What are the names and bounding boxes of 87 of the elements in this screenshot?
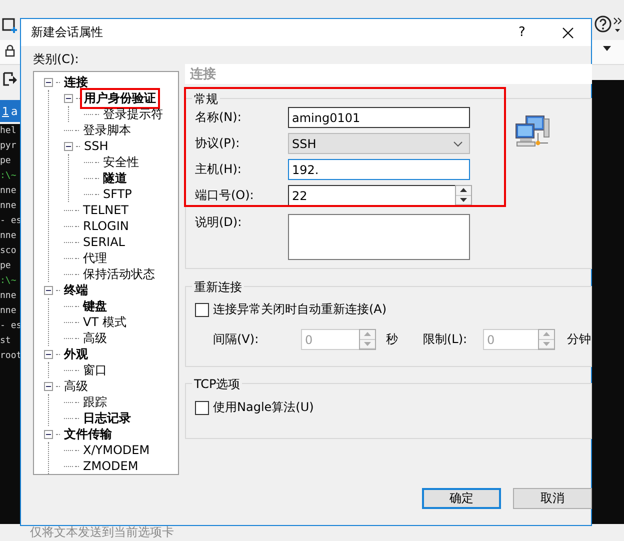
overflow-icon[interactable] (613, 16, 622, 34)
unit-label: 分钟 (567, 331, 591, 348)
field-label: 说明(D): (195, 214, 242, 231)
tree-item[interactable]: 窗口 (81, 362, 109, 378)
tree-item[interactable]: 外观 (62, 346, 90, 362)
terminal-line: sco (0, 245, 16, 258)
field-label: 限制(L): (423, 331, 468, 348)
group-title: TCP选项 (192, 376, 242, 393)
collapse-icon[interactable] (64, 142, 73, 150)
tree-item[interactable]: TELNET (81, 203, 130, 217)
tree-item[interactable]: ZMODEM (81, 459, 140, 473)
tree-item[interactable]: 终端 (62, 282, 90, 298)
help-button[interactable]: ? (499, 19, 545, 46)
terminal-line: nne (0, 185, 16, 198)
down-arrow-icon (364, 342, 371, 346)
field-label: 协议(P): (195, 135, 241, 152)
tree-item[interactable]: 跟踪 (81, 394, 109, 410)
chevron-down-icon (453, 140, 463, 146)
terminal-line: nne (0, 200, 16, 213)
category-label: 类别(C): (33, 51, 80, 68)
tree-item[interactable]: 登录提示符 (101, 106, 165, 122)
terminal-line: pyr (0, 140, 16, 153)
port-spinbox[interactable]: 22 (288, 185, 455, 206)
tree-item[interactable]: 高级 (81, 330, 109, 346)
field-label: 端口号(O): (195, 187, 255, 204)
collapse-icon[interactable] (64, 94, 73, 102)
collapse-icon[interactable] (44, 430, 53, 438)
text-field[interactable]: aming0101 (288, 107, 470, 128)
tree-item[interactable]: VT 模式 (81, 314, 128, 330)
dialog-button[interactable]: 取消 (513, 488, 592, 509)
tree-item[interactable]: SFTP (101, 187, 134, 201)
send-icon[interactable] (3, 72, 17, 86)
collapse-icon[interactable] (44, 78, 53, 86)
collapse-icon[interactable] (44, 382, 53, 390)
terminal-line: :\~ (0, 275, 16, 288)
collapse-icon[interactable] (44, 286, 53, 294)
dropdown-caret-icon[interactable] (603, 46, 611, 51)
tree-item[interactable]: 登录脚本 (81, 122, 133, 138)
new-tab-icon[interactable] (2, 18, 18, 34)
tree-item[interactable]: 代理 (81, 250, 109, 266)
text-field[interactable]: 192. (288, 159, 470, 180)
field-label: 间隔(V): (213, 331, 260, 348)
terminal-line: :\~ (0, 170, 16, 183)
lock-icon (5, 44, 15, 57)
up-arrow-icon (543, 332, 550, 336)
panel-title: 连接 (185, 64, 592, 84)
tree-item[interactable]: 保持活动状态 (81, 266, 157, 282)
down-arrow-icon (543, 342, 550, 346)
terminal-line: pe (0, 260, 11, 273)
close-icon (562, 26, 574, 38)
up-arrow-icon (460, 188, 467, 192)
terminal-line: nne (0, 230, 16, 243)
tree-item[interactable]: 高级 (62, 378, 90, 394)
tree-item[interactable]: SERIAL (81, 235, 127, 249)
down-arrow-icon (460, 198, 467, 202)
terminal-line: root (0, 350, 22, 363)
tree-item[interactable]: 文件传输 (62, 426, 114, 442)
collapse-icon[interactable] (44, 350, 53, 358)
spin-down-button[interactable] (456, 196, 471, 205)
tree-item[interactable]: SSH (82, 139, 110, 153)
terminal-line: nne (0, 290, 16, 303)
terminal-line: pe (0, 155, 11, 168)
window-title: 新建会话属性 (31, 24, 104, 41)
tree-item[interactable]: RLOGIN (81, 219, 131, 233)
field-label: 主机(H): (195, 161, 242, 178)
up-arrow-icon (364, 332, 371, 336)
tree-item[interactable]: 隧道 (101, 170, 129, 186)
spin-up-button[interactable] (456, 186, 471, 196)
group-title: 重新连接 (192, 279, 244, 296)
tree-item[interactable]: 连接 (62, 74, 90, 90)
dialog-button[interactable]: 确定 (422, 488, 501, 509)
protocol-dropdown[interactable]: SSH (288, 133, 470, 154)
terminal-line: hel (0, 125, 16, 138)
checkbox[interactable]: 使用Nagle算法(U) (195, 399, 591, 416)
unit-label: 秒 (386, 331, 399, 348)
help-icon[interactable] (594, 15, 612, 33)
tree-item[interactable]: 用户身份验证 (82, 90, 158, 106)
field-label: 名称(N): (195, 109, 242, 126)
session-tab[interactable]: 1 a (0, 100, 21, 122)
status-text: 仅将文本发送到当前选项卡 (30, 524, 174, 541)
tree-item[interactable]: 键盘 (81, 298, 109, 314)
description-field[interactable] (288, 214, 470, 260)
terminal-line: st (0, 335, 11, 348)
terminal-line: nne (0, 305, 16, 318)
tree-item[interactable]: X/YMODEM (81, 443, 152, 457)
tree-item[interactable]: 安全性 (101, 154, 141, 170)
tree-item[interactable]: 日志记录 (81, 410, 133, 426)
